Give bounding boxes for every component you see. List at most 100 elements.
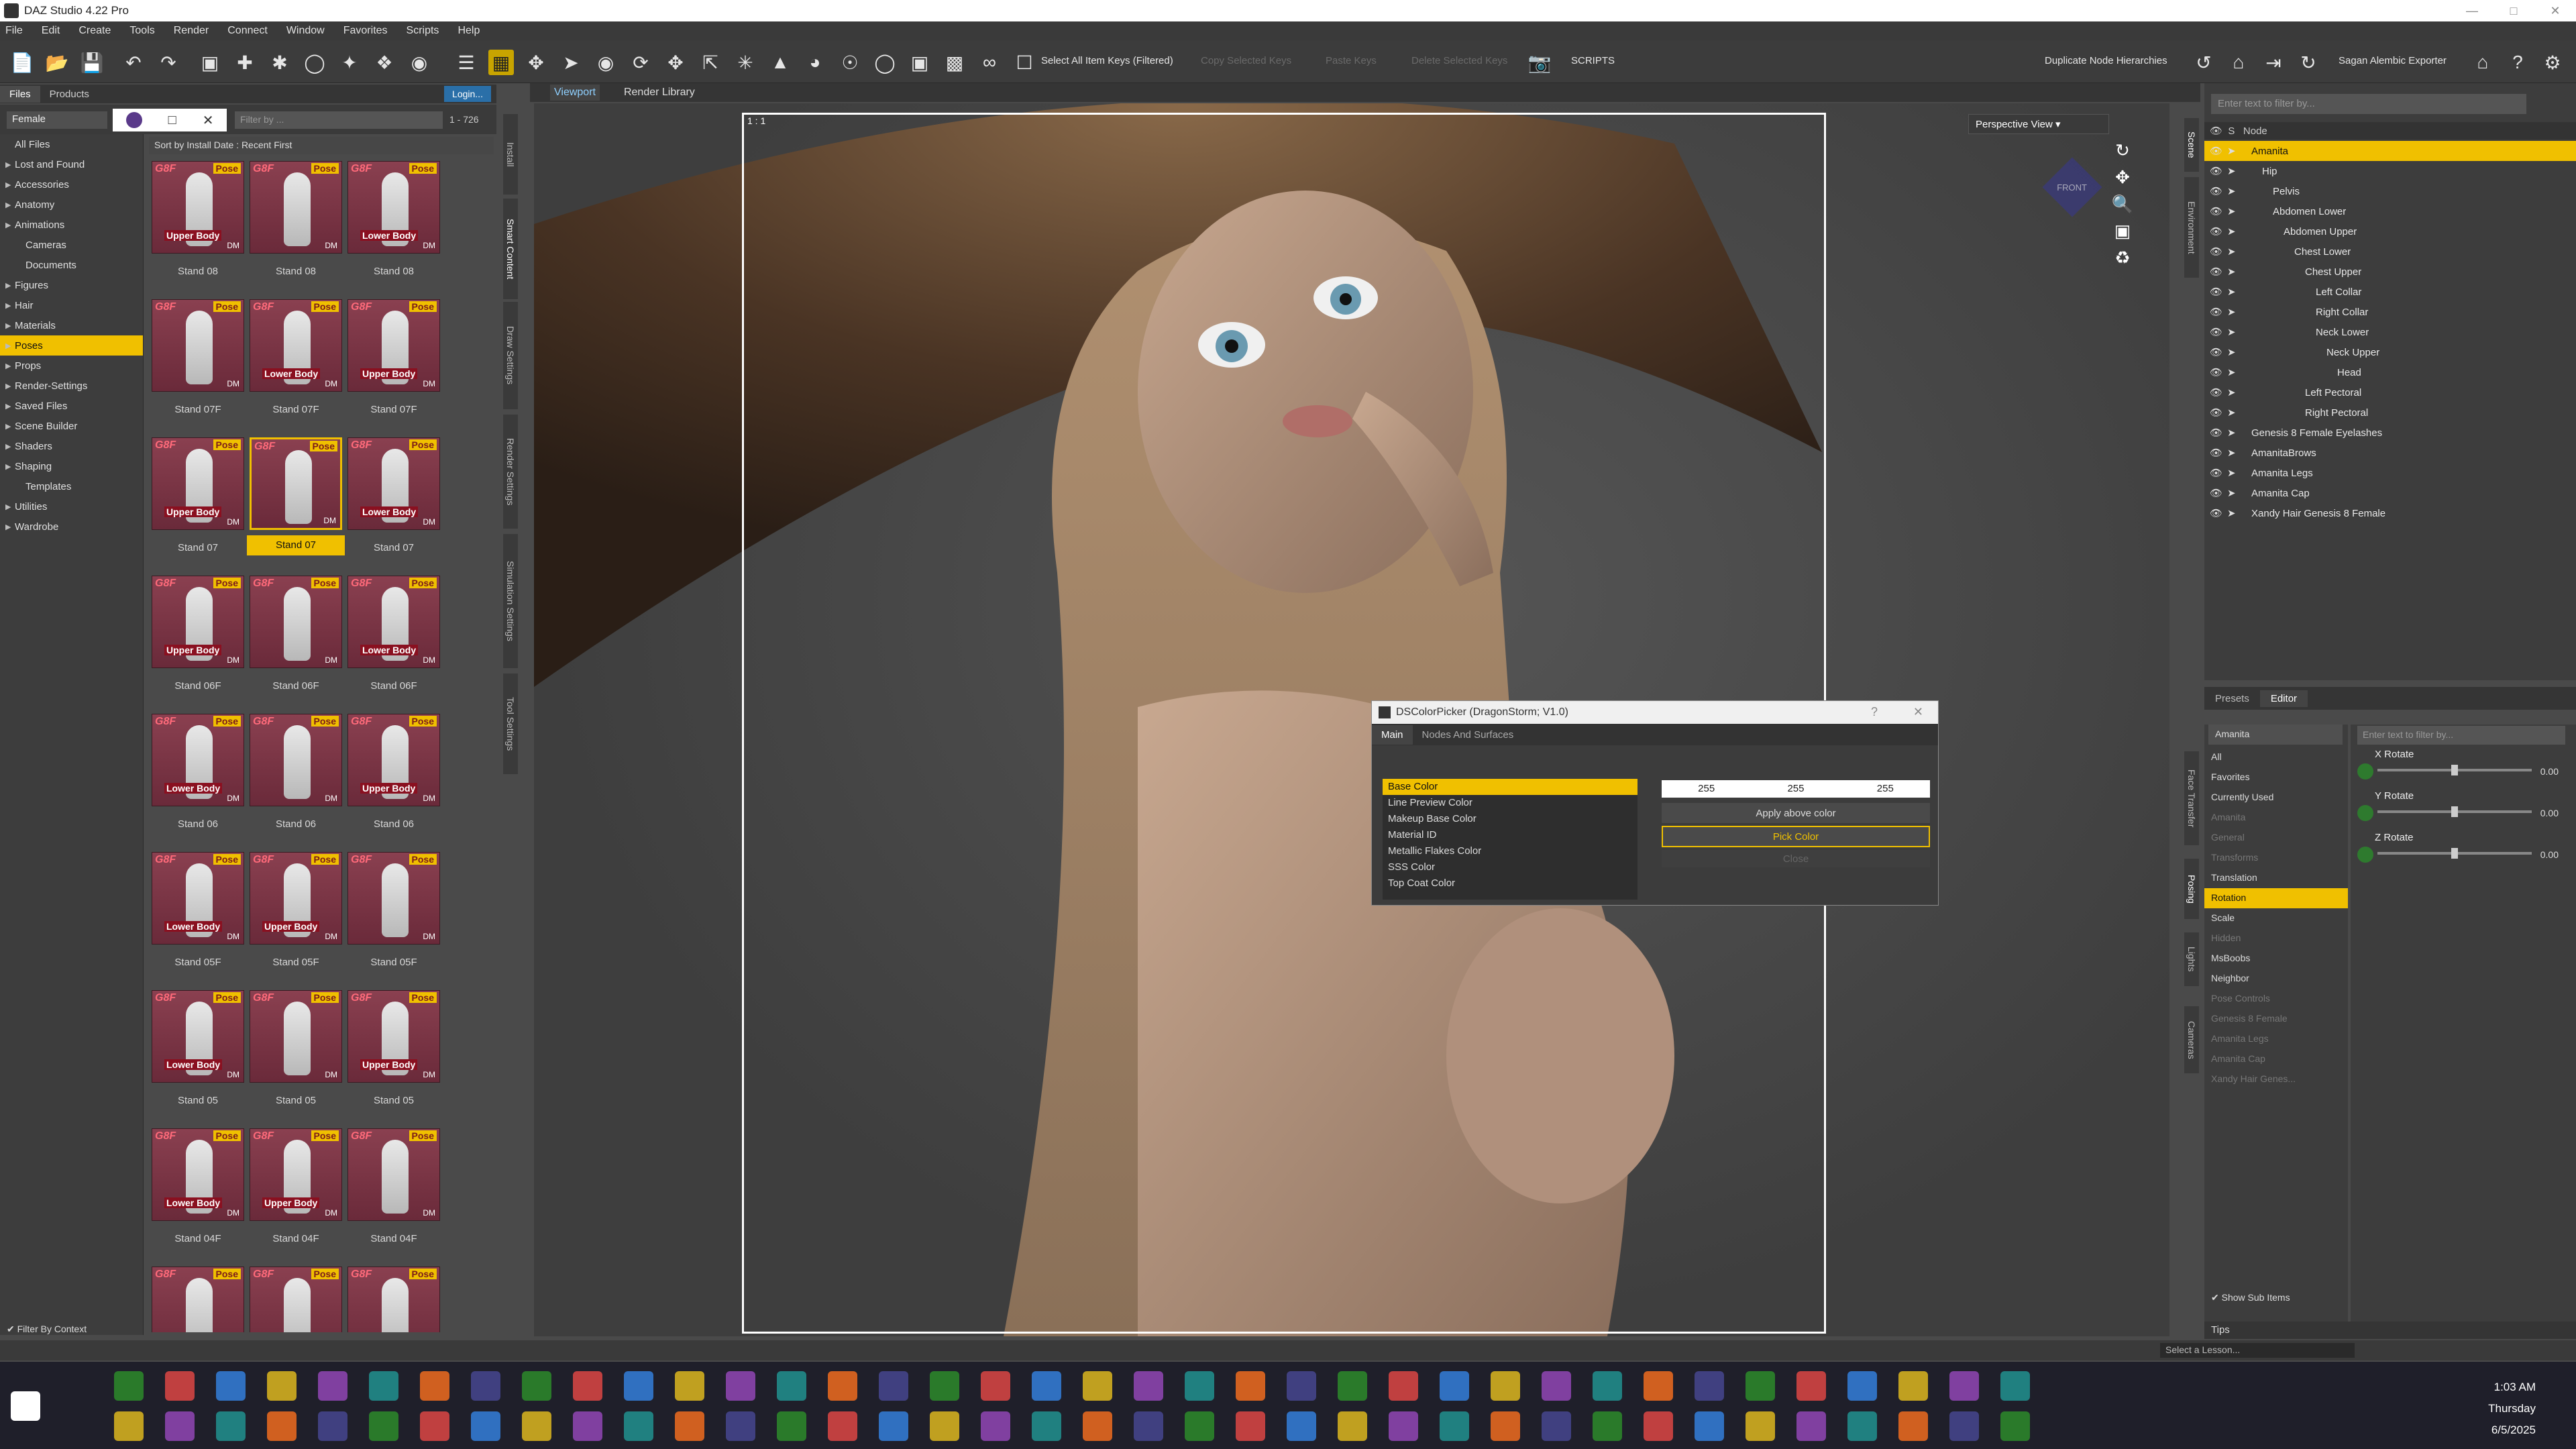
expand-arrow-icon[interactable]: ▶	[5, 422, 15, 431]
menu-window[interactable]: Window	[286, 25, 325, 37]
category-item[interactable]: ▶ Accessories	[0, 174, 143, 195]
taskbar-app-icon[interactable]	[1032, 1371, 1061, 1401]
color-property-item[interactable]: Base Color	[1383, 779, 1638, 795]
login-button[interactable]: Login...	[444, 86, 491, 102]
pose-thumbnail[interactable]: G8F Pose DM Stand 05	[247, 987, 345, 1122]
expand-arrow-icon[interactable]: ▶	[5, 341, 15, 350]
delete-keys-button[interactable]: Delete Selected Keys	[1411, 55, 1507, 66]
side-tab-cameras[interactable]: Cameras	[2184, 1006, 2199, 1073]
taskbar-app-icon[interactable]	[1287, 1411, 1316, 1441]
pose-thumbnail[interactable]: G8F Pose Upper Body DM Stand 07	[149, 435, 247, 569]
node-combo[interactable]: Amanita	[2208, 724, 2343, 745]
color-property-item[interactable]: Makeup Base Color	[1383, 811, 1638, 827]
filter-by-context-checkbox[interactable]: ✔ Filter By Context	[7, 1324, 87, 1335]
selectable-icon[interactable]: ➤	[2227, 165, 2242, 177]
taskbar-app-icon[interactable]	[1236, 1411, 1265, 1441]
side-tab-scene[interactable]: Scene	[2184, 118, 2199, 172]
expand-arrow-icon[interactable]: ▶	[5, 502, 15, 511]
color-property-item[interactable]: Metallic Flakes Color	[1383, 843, 1638, 859]
maximize-button[interactable]: □	[2493, 0, 2534, 21]
visibility-eye-icon[interactable]: 👁	[2210, 165, 2224, 177]
color-property-item[interactable]: Line Preview Color	[1383, 795, 1638, 811]
pose-thumbnail[interactable]: G8F Pose DM Stand 08	[247, 158, 345, 292]
link-tool-icon[interactable]: ∞	[977, 50, 1002, 75]
select-keys-button[interactable]: Select All Item Keys (Filtered)	[1041, 55, 1173, 66]
scene-node[interactable]: 👁 ➤ Amanita Cap	[2204, 483, 2576, 503]
content-filter-input[interactable]: Filter by ...	[235, 111, 443, 129]
expand-arrow-icon[interactable]: ▶	[5, 362, 15, 370]
spiral-icon[interactable]: ↻	[2296, 50, 2321, 75]
scripts-button[interactable]: SCRIPTS	[1571, 55, 1615, 66]
pose-thumbnail[interactable]: G8F Pose Lower Body DM Stand 05	[149, 987, 247, 1122]
scene-node[interactable]: 👁 ➤ Neck Lower	[2204, 322, 2576, 342]
undo-icon[interactable]: ↶	[121, 50, 146, 75]
taskbar-app-icon[interactable]	[1185, 1371, 1214, 1401]
taskbar-app-icon[interactable]	[1644, 1411, 1673, 1441]
taskbar-app-icon[interactable]	[675, 1371, 704, 1401]
scene-node[interactable]: 👁 ➤ Right Collar	[2204, 302, 2576, 322]
taskbar-app-icon[interactable]	[1185, 1411, 1214, 1441]
taskbar-app-icon[interactable]	[1796, 1411, 1826, 1441]
color-property-item[interactable]: Material ID	[1383, 827, 1638, 843]
surface-select-icon[interactable]: ✳	[733, 50, 758, 75]
rotate-slider[interactable]: Y Rotate 0.00	[2357, 790, 2572, 828]
slider-value[interactable]: 0.00	[2540, 808, 2559, 818]
pose-thumbnail[interactable]: G8F Pose Upper Body DM Stand 08	[149, 158, 247, 292]
pose-thumbnail[interactable]: G8F Pose Upper Body DM Stand 06F	[149, 573, 247, 707]
pose-thumbnail[interactable]: G8F Pose Lower Body DM Stand 08	[345, 158, 443, 292]
pose-thumbnail[interactable]: G8F Pose Lower Body DM Stand 04F	[149, 1126, 247, 1260]
new-scene-icon[interactable]: 📄	[9, 50, 35, 75]
selection-tool-icon[interactable]: ▩	[942, 50, 967, 75]
selectable-icon[interactable]: ➤	[2227, 386, 2242, 398]
param-group-item[interactable]: Currently Used	[2204, 788, 2348, 808]
param-group-item[interactable]: Pose Controls	[2204, 989, 2348, 1009]
param-group-item[interactable]: Hidden	[2204, 928, 2348, 949]
taskbar-app-icon[interactable]	[1796, 1371, 1826, 1401]
visibility-eye-icon[interactable]: 👁	[2210, 487, 2224, 499]
param-group-item[interactable]: Xandy Hair Genes...	[2204, 1069, 2348, 1089]
scene-node[interactable]: 👁 ➤ Abdomen Upper	[2204, 221, 2576, 241]
pose-thumbnail[interactable]: G8F Pose DM Stand 06F	[247, 573, 345, 707]
param-group-item[interactable]: Amanita	[2204, 808, 2348, 828]
paste-keys-button[interactable]: Paste Keys	[1326, 55, 1377, 66]
taskbar-app-icon[interactable]	[318, 1411, 347, 1441]
pan-icon[interactable]: ✥	[2109, 164, 2136, 191]
visibility-eye-icon[interactable]: 👁	[2210, 205, 2224, 217]
list-icon[interactable]: ☰	[453, 50, 479, 75]
expand-arrow-icon[interactable]: ▶	[5, 201, 15, 209]
figure-icon[interactable]: ☉	[837, 50, 863, 75]
param-group-item[interactable]: Amanita Legs	[2204, 1029, 2348, 1049]
side-tab-posing[interactable]: Posing	[2184, 859, 2199, 919]
taskbar-app-icon[interactable]	[1389, 1371, 1418, 1401]
pose-thumbnail[interactable]: G8F Pose Upper Body DM Stand 06	[345, 711, 443, 845]
taskbar-app-icon[interactable]	[573, 1411, 602, 1441]
pose-thumbnail[interactable]: G8F Pose Lower Body DM Stand 05F	[149, 849, 247, 983]
grid-select-icon[interactable]: ▦	[488, 50, 514, 75]
home-icon[interactable]: ⌂	[2226, 50, 2251, 75]
expand-arrow-icon[interactable]: ▶	[5, 382, 15, 390]
scene-node[interactable]: 👁 ➤ Head	[2204, 362, 2576, 382]
active-pose-icon[interactable]: ❖	[372, 50, 397, 75]
save-icon[interactable]: 💾	[79, 50, 105, 75]
menu-favorites[interactable]: Favorites	[343, 25, 388, 37]
category-item[interactable]: ▶ Lost and Found	[0, 154, 143, 174]
dialog-close-icon[interactable]: ✕	[1913, 705, 1923, 719]
camera-tool-icon[interactable]: ▣	[907, 50, 932, 75]
pose-thumbnail[interactable]: G8FPoseDM	[247, 1264, 345, 1332]
slider-knob[interactable]	[2451, 765, 2458, 775]
taskbar-app-icon[interactable]	[1847, 1371, 1877, 1401]
taskbar-app-icon[interactable]	[1644, 1371, 1673, 1401]
red-field[interactable]: 255	[1662, 780, 1751, 798]
selectable-icon[interactable]: ➤	[2227, 205, 2242, 217]
visibility-eye-icon[interactable]: 👁	[2210, 286, 2224, 298]
taskbar-app-icon[interactable]	[1542, 1411, 1571, 1441]
taskbar-app-icon[interactable]	[267, 1371, 297, 1401]
selectable-icon[interactable]: ➤	[2227, 266, 2242, 278]
menu-create[interactable]: Create	[78, 25, 111, 37]
taskbar-app-icon[interactable]	[726, 1371, 755, 1401]
export-icon[interactable]: ↺	[2191, 50, 2216, 75]
param-filter-input[interactable]: Enter text to filter by...	[2357, 726, 2565, 745]
visibility-eye-icon[interactable]: 👁	[2210, 225, 2224, 237]
taskbar-app-icon[interactable]	[1491, 1371, 1520, 1401]
side-tab-install[interactable]: Install	[503, 114, 518, 195]
